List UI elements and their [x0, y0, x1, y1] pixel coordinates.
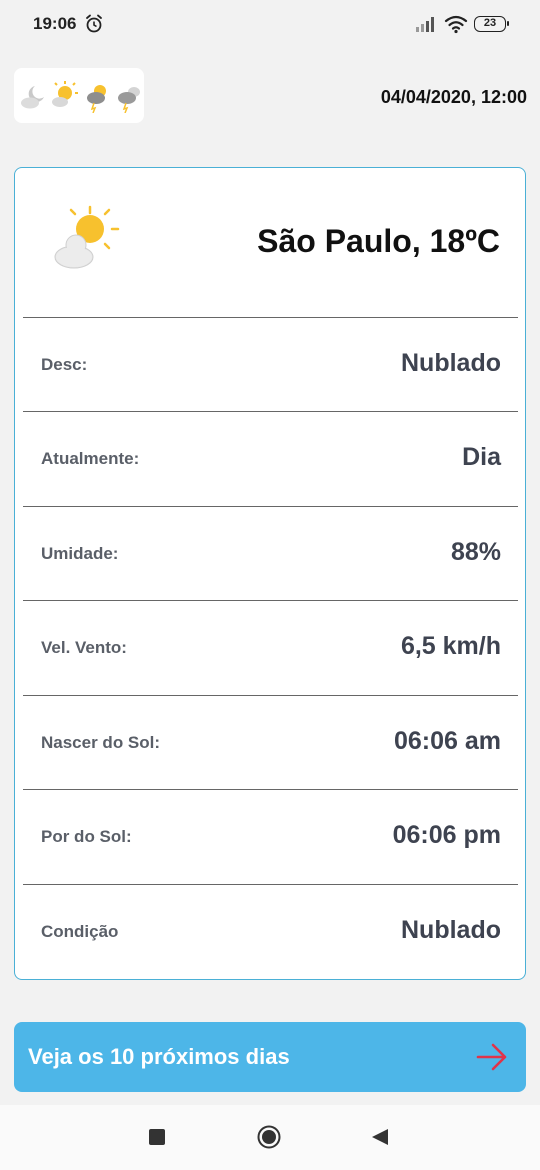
row-value: Nublado [401, 916, 501, 944]
city-temperature: São Paulo, 18ºC [257, 223, 500, 259]
alarm-icon [86, 14, 102, 33]
row-label: Desc: [41, 355, 88, 374]
weather-card: São Paulo, 18ºC Desc: Nublado Atualmente… [14, 167, 526, 980]
detail-row-desc: Desc: Nublado [23, 317, 518, 411]
next-10-days-button[interactable]: Veja os 10 próximos dias [14, 1022, 526, 1092]
recents-icon[interactable] [149, 1129, 165, 1145]
row-value: 88% [450, 538, 501, 566]
app-logo [14, 68, 144, 123]
row-label: Por do Sol: [41, 827, 132, 846]
row-label: Atualmente: [41, 449, 140, 468]
battery-indicator: 23 [474, 16, 509, 32]
detail-row-wind: Vel. Vento: 6,5 km/h [23, 600, 518, 694]
detail-row-condition: Condição Nublado [23, 884, 518, 978]
back-icon[interactable] [370, 1128, 390, 1146]
status-time: 19:06 [33, 14, 77, 33]
detail-row-sunset: Por do Sol: 06:06 pm [23, 789, 518, 883]
row-value: 06:06 pm [392, 821, 501, 849]
row-value: Nublado [401, 349, 501, 377]
detail-row-period: Atualmente: Dia [23, 411, 518, 505]
detail-row-humidity: Umidade: 88% [23, 506, 518, 600]
arrow-right-icon [476, 1043, 507, 1071]
next-10-days-label: Veja os 10 próximos dias [28, 1044, 290, 1069]
card-header: São Paulo, 18ºC [15, 168, 525, 318]
wifi-icon [444, 15, 468, 34]
home-icon[interactable] [257, 1125, 281, 1149]
row-label: Condição [41, 922, 119, 941]
partly-cloudy-icon [54, 205, 120, 269]
row-value: 6,5 km/h [400, 632, 501, 660]
signal-icon [416, 17, 434, 32]
row-value: 06:06 am [393, 727, 501, 755]
weather-logo-icon [21, 81, 140, 113]
row-label: Nascer do Sol: [41, 733, 161, 752]
row-value: Dia [462, 443, 501, 471]
current-datetime: 04/04/2020, 12:00 [380, 87, 527, 107]
row-label: Vel. Vento: [41, 638, 127, 657]
detail-row-sunrise: Nascer do Sol: 06:06 am [23, 695, 518, 789]
status-bar: 19:06 23 [0, 0, 540, 50]
row-label: Umidade: [41, 544, 119, 563]
navigation-bar [0, 1105, 540, 1170]
